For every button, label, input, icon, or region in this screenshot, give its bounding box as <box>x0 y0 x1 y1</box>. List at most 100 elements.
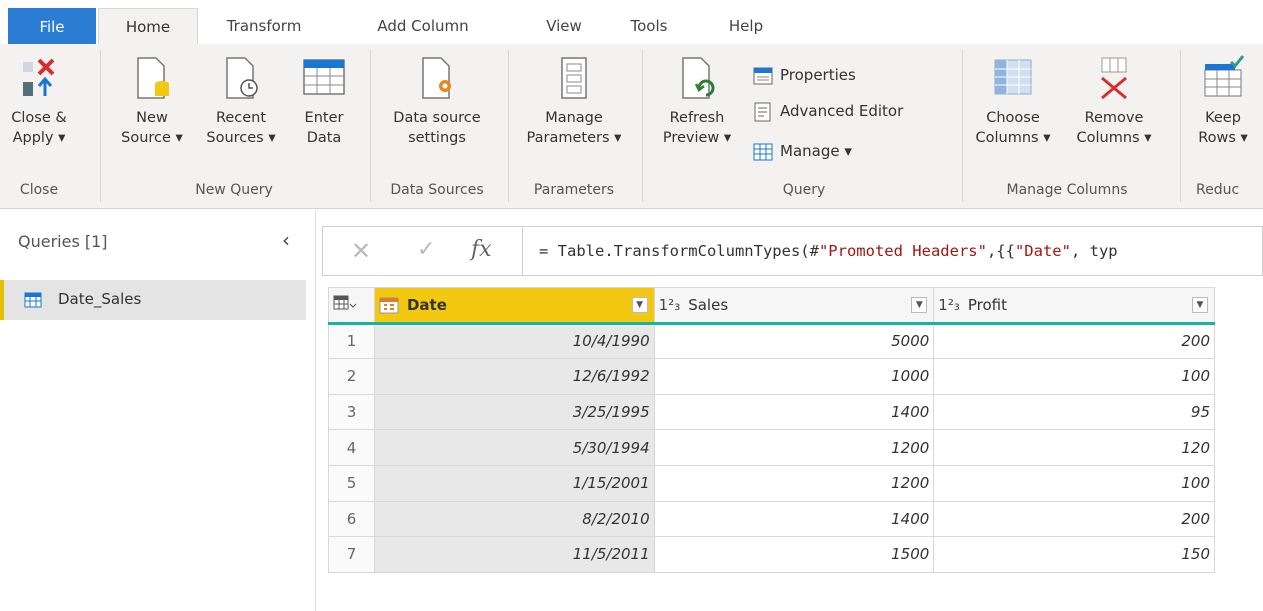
group-data-sources-label: Data Sources <box>390 182 484 198</box>
ribbon-separator <box>508 50 509 202</box>
manage-table-icon <box>753 143 773 160</box>
data-source-settings-button[interactable]: Data source settings <box>378 54 496 148</box>
cell-profit[interactable]: 100 <box>933 464 1215 502</box>
data-grid: Date ▼ 1²₃ Sales ▼ 1²₃ Profit ▼ 1 10/4/199… <box>328 287 1215 573</box>
collapse-pane-icon[interactable]: ‹ <box>282 228 290 252</box>
cell-profit[interactable]: 95 <box>933 393 1215 431</box>
cell-sales[interactable]: 1200 <box>653 429 935 466</box>
cell-date[interactable]: 1/15/2001 <box>373 464 655 502</box>
ribbon-separator <box>100 50 101 202</box>
refresh-preview-icon <box>682 57 715 99</box>
cell-sales[interactable]: 1400 <box>653 500 935 538</box>
cell-date[interactable]: 10/4/1990 <box>373 322 655 360</box>
close-apply-icon <box>23 58 55 96</box>
group-query-label: Query <box>782 182 826 198</box>
refresh-preview-button[interactable]: Refresh Preview ▾ <box>654 54 740 148</box>
fx-icon[interactable]: fx <box>471 237 492 262</box>
column-header-date[interactable]: Date ▼ <box>373 287 655 325</box>
column-dropdown-icon[interactable]: ▼ <box>1192 297 1208 313</box>
row-number: 2 <box>328 358 375 395</box>
column-name-profit: Profit <box>967 295 1008 314</box>
recent-sources-label-1: Recent <box>215 110 267 126</box>
cell-date[interactable]: 12/6/1992 <box>373 358 655 395</box>
formula-mid: ,{{ <box>986 242 1015 260</box>
advanced-editor-label: Advanced Editor <box>780 102 904 120</box>
ribbon: Close & Apply ▾ Close New Source ▾ Recen… <box>0 44 1263 209</box>
column-header-sales[interactable]: 1²₃ Sales ▼ <box>653 287 935 325</box>
cell-date[interactable]: 8/2/2010 <box>373 500 655 538</box>
column-dropdown-icon[interactable]: ▼ <box>631 297 648 313</box>
formula-bar: ✕ ✓ fx = Table.TransformColumnTypes(#"Pr… <box>322 226 1263 276</box>
confirm-formula-icon[interactable]: ✓ <box>417 237 435 262</box>
advanced-editor-icon <box>754 102 771 121</box>
cell-sales[interactable]: 1400 <box>653 393 935 431</box>
ribbon-tabs: File Home Transform Add Column View Tool… <box>0 0 1263 46</box>
cell-date[interactable]: 5/30/1994 <box>373 429 655 466</box>
tab-add-column[interactable]: Add Column <box>360 8 486 44</box>
tab-view[interactable]: View <box>536 8 592 44</box>
cell-sales[interactable]: 1200 <box>653 464 935 502</box>
group-close-label: Close <box>19 182 59 198</box>
close-apply-label-2: Apply ▾ <box>12 130 66 146</box>
tab-transform[interactable]: Transform <box>214 8 314 44</box>
refresh-preview-label-1: Refresh <box>669 110 725 126</box>
keep-rows-button[interactable]: Keep Rows ▾ <box>1192 54 1254 148</box>
refresh-preview-label-2: Preview ▾ <box>662 130 732 146</box>
close-apply-button[interactable]: Close & Apply ▾ <box>8 54 70 148</box>
cell-profit[interactable]: 100 <box>933 358 1215 395</box>
advanced-editor-button[interactable]: Advanced Editor <box>752 98 903 124</box>
table-icon <box>24 292 42 308</box>
cell-sales[interactable]: 1500 <box>653 536 935 573</box>
tab-home[interactable]: Home <box>98 8 198 46</box>
whole-number-type-icon: 1²₃ <box>658 295 681 314</box>
properties-icon <box>753 67 773 84</box>
remove-columns-button[interactable]: Remove Columns ▾ <box>1064 54 1164 148</box>
formula-input[interactable]: = Table.TransformColumnTypes(#"Promoted … <box>522 226 1263 276</box>
row-number: 6 <box>328 500 375 538</box>
cell-profit[interactable]: 150 <box>933 536 1215 573</box>
choose-columns-label-2: Columns ▾ <box>975 130 1051 146</box>
query-item-date-sales[interactable]: Date_Sales <box>0 280 306 320</box>
recent-sources-button[interactable]: Recent Sources ▾ <box>196 54 286 148</box>
tab-help[interactable]: Help <box>718 8 774 44</box>
cell-date[interactable]: 11/5/2011 <box>373 536 655 573</box>
ribbon-separator <box>642 50 643 202</box>
table-menu-icon <box>333 295 357 310</box>
group-parameters-label: Parameters <box>533 182 615 198</box>
table-menu-button[interactable] <box>328 287 375 325</box>
formula-string-1: "Promoted Headers" <box>818 242 987 260</box>
cell-sales[interactable]: 1000 <box>653 358 935 395</box>
recent-sources-icon <box>226 57 258 99</box>
manage-parameters-button[interactable]: Manage Parameters ▾ <box>516 54 632 148</box>
column-header-profit[interactable]: 1²₃ Profit ▼ <box>933 287 1215 325</box>
formula-string-2: "Date" <box>1014 242 1071 260</box>
whole-number-type-icon: 1²₃ <box>938 295 960 314</box>
data-source-settings-label-2: settings <box>408 130 466 146</box>
enter-data-label-1: Enter <box>304 110 344 126</box>
choose-columns-button[interactable]: Choose Columns ▾ <box>970 54 1056 148</box>
cell-profit[interactable]: 200 <box>933 322 1215 360</box>
new-source-button[interactable]: New Source ▾ <box>112 54 192 148</box>
row-number: 5 <box>328 464 375 502</box>
ribbon-separator <box>962 50 963 202</box>
cell-profit[interactable]: 120 <box>933 429 1215 466</box>
keep-rows-label-2: Rows ▾ <box>1198 130 1248 146</box>
column-name-date: Date <box>406 295 447 314</box>
tab-tools[interactable]: Tools <box>618 8 680 44</box>
properties-button[interactable]: Properties <box>752 62 856 88</box>
new-source-icon <box>137 57 169 99</box>
tab-file[interactable]: File <box>8 8 96 46</box>
enter-data-button[interactable]: Enter Data <box>292 54 356 148</box>
cell-profit[interactable]: 200 <box>933 500 1215 538</box>
remove-columns-label-1: Remove <box>1084 110 1144 126</box>
manage-button[interactable]: Manage ▾ <box>752 138 852 164</box>
cancel-formula-icon[interactable]: ✕ <box>351 237 371 265</box>
cell-date[interactable]: 3/25/1995 <box>373 393 655 431</box>
close-apply-label-1: Close & <box>11 110 67 126</box>
keep-rows-label-1: Keep <box>1205 110 1241 126</box>
choose-columns-label-1: Choose <box>986 110 1040 126</box>
group-reduce-label: Reduc <box>1196 182 1240 198</box>
new-source-label-1: New <box>136 110 168 126</box>
cell-sales[interactable]: 5000 <box>653 322 935 360</box>
column-dropdown-icon[interactable]: ▼ <box>911 297 928 313</box>
